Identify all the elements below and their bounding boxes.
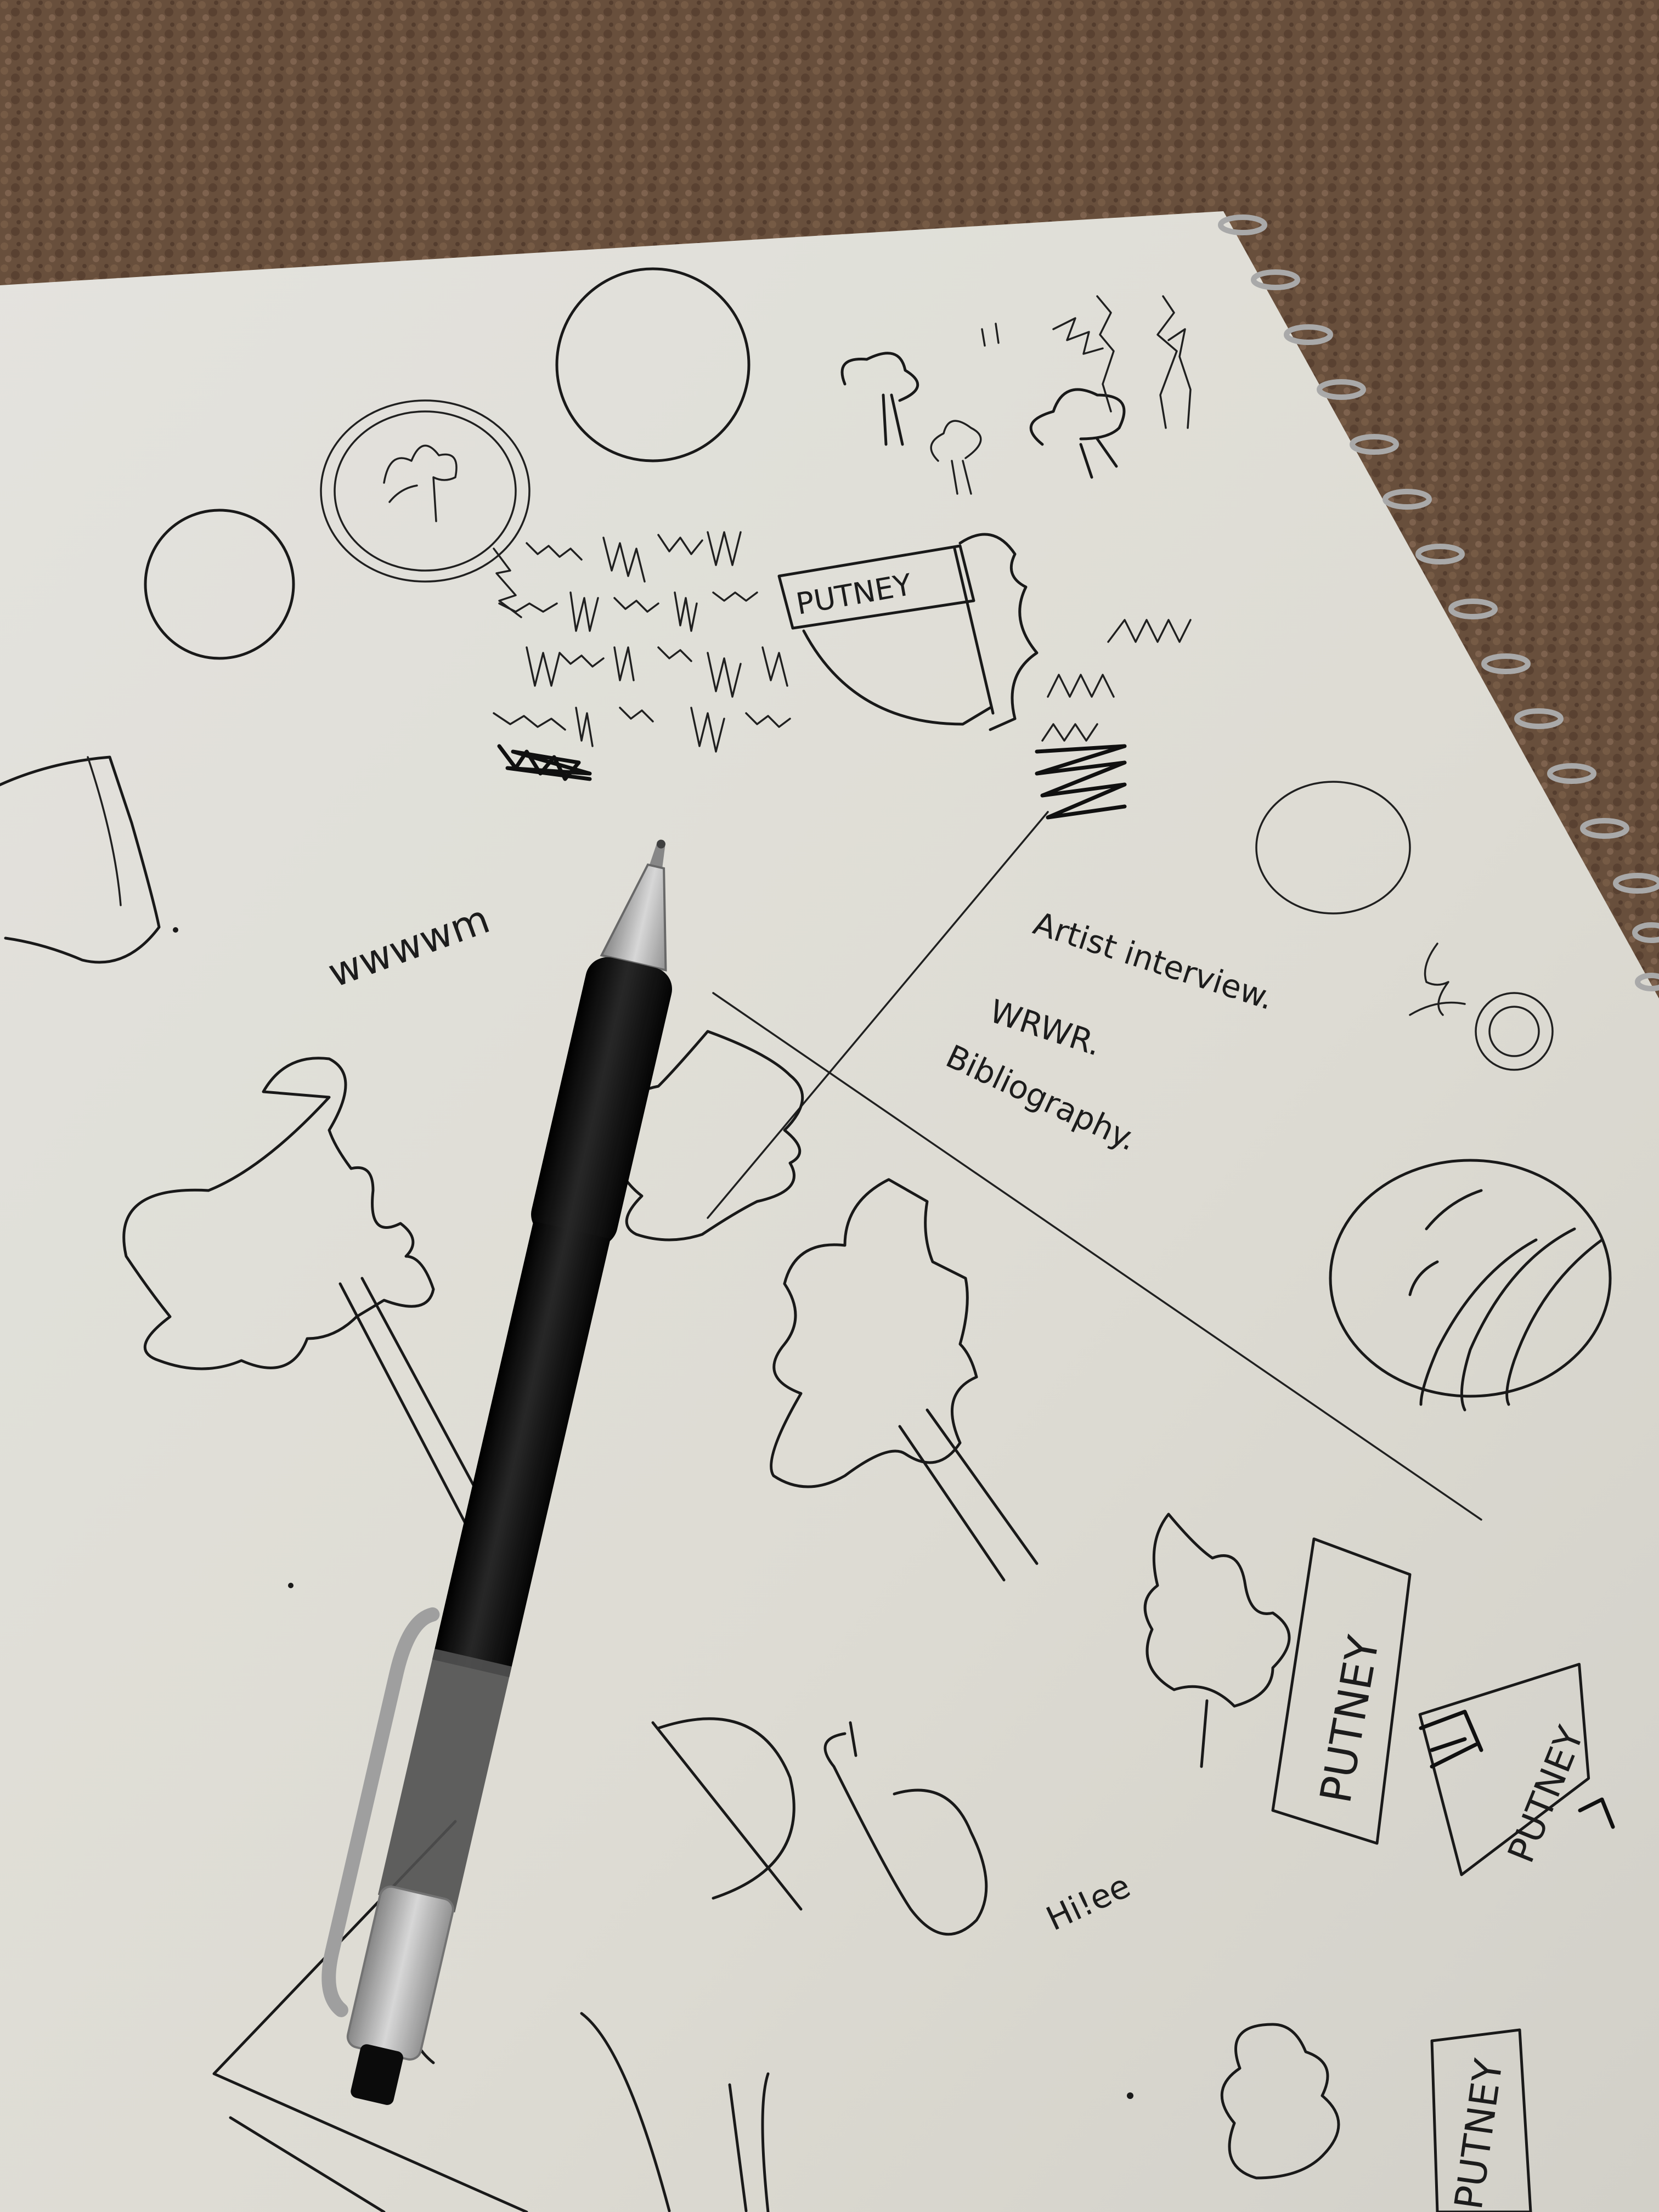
photo-scene: wwwwm PUTNEY Artist interview. WRWR. Bib… bbox=[0, 0, 1659, 2212]
scene-drawing: wwwwm PUTNEY Artist interview. WRWR. Bib… bbox=[0, 0, 1659, 2212]
lighting-overlay bbox=[0, 0, 1659, 2212]
